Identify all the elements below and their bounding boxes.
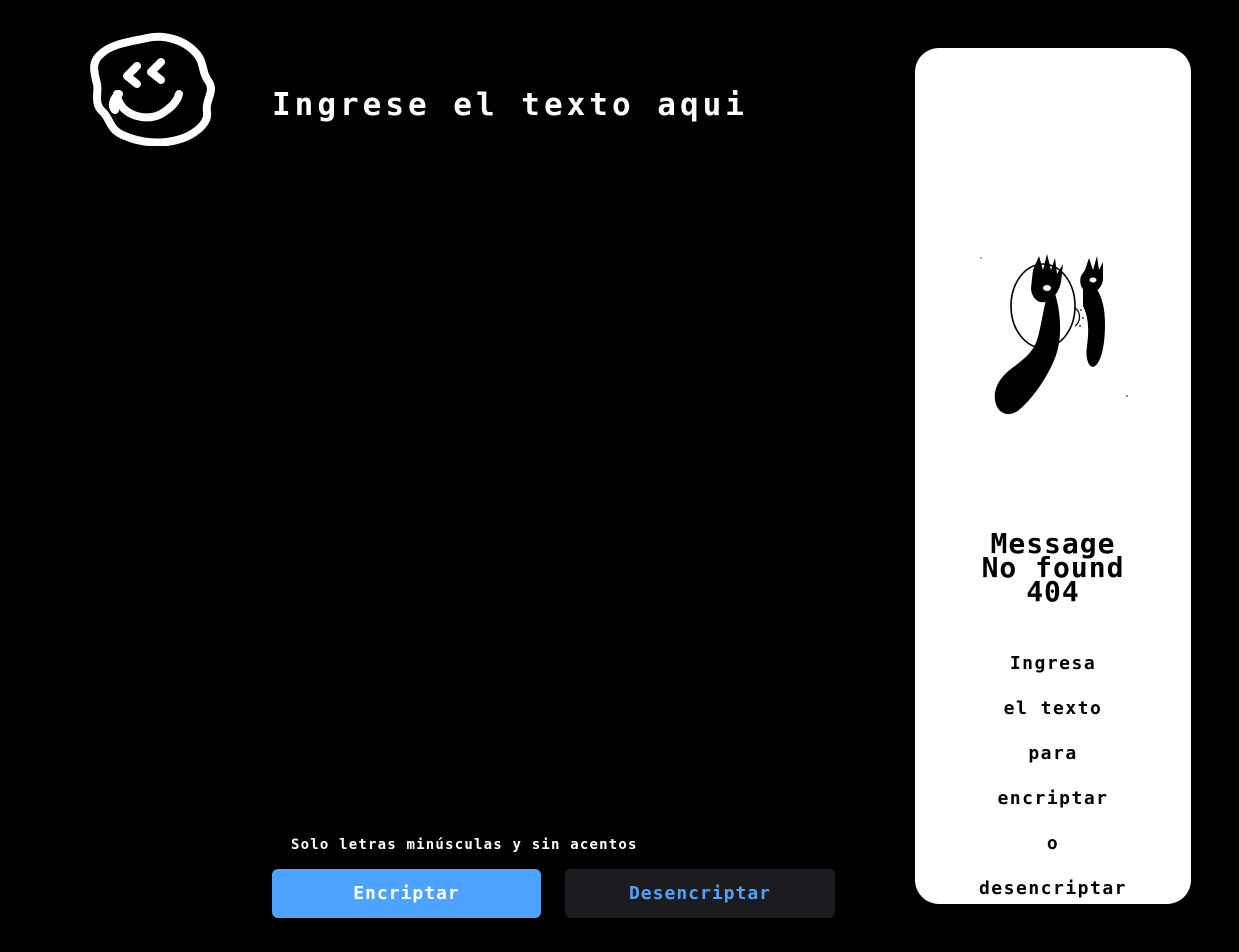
panel-title-line: 404: [1026, 575, 1080, 608]
hint-text: Solo letras minúsculas y sin acentos: [291, 837, 638, 853]
decrypt-button[interactable]: Desencriptar: [565, 869, 835, 918]
panel-message-line: desencriptar: [978, 877, 1128, 899]
input-hint: Solo letras minúsculas y sin acentos: [291, 837, 638, 853]
panel-message-line: encriptar: [997, 787, 1109, 809]
text-input[interactable]: [272, 90, 872, 790]
panel-message-line: el texto: [1003, 697, 1103, 719]
hands-over-eyes-illustration: [963, 248, 1143, 478]
panel-message: Ingresa el texto para encriptar o desenc…: [955, 630, 1151, 923]
output-panel: Message No found 404 Ingresa el texto pa…: [915, 48, 1191, 904]
smiley-logo-icon: [89, 32, 215, 147]
panel-message-line: o: [1046, 832, 1060, 854]
encrypt-button[interactable]: Encriptar: [272, 869, 541, 918]
panel-title: Message No found 404: [915, 530, 1191, 608]
panel-message-line: para: [1028, 742, 1078, 764]
panel-message-line: Ingresa: [1009, 652, 1097, 674]
